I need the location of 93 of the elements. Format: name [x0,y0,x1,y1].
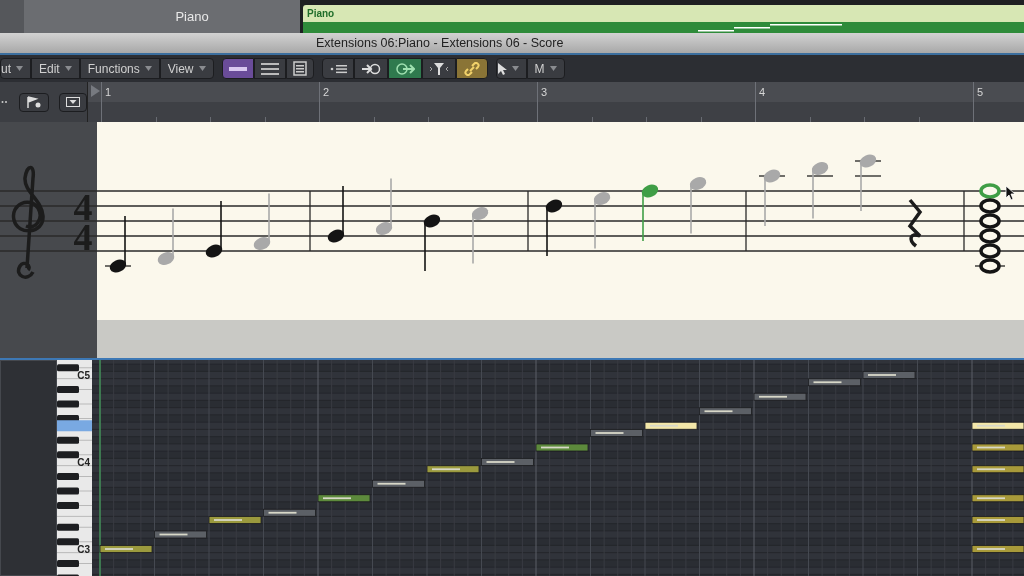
highlighted-key [57,420,92,432]
arrow-out-icon [394,61,415,76]
midi-region[interactable]: Piano [303,5,1024,33]
note[interactable] [641,184,659,242]
toggle-button[interactable] [421,58,456,79]
quarter-rest-icon [908,198,922,248]
note[interactable] [327,185,345,243]
note[interactable] [423,214,441,272]
note[interactable] [806,162,834,220]
piano-keyboard[interactable] [56,360,93,576]
midi-note[interactable] [481,458,534,466]
note[interactable] [593,192,611,250]
track-name: Piano [175,9,209,24]
lines-icon [260,62,279,75]
view-mode-button[interactable] [253,58,286,79]
bar-number: 4 [758,86,766,98]
chord-note[interactable] [979,213,1001,229]
octave-label: C3 [77,544,90,555]
chord-note[interactable] [979,228,1001,244]
collapse-icon [328,62,347,75]
flag-button[interactable] [19,92,49,112]
midi-note[interactable] [971,516,1024,524]
note[interactable] [545,199,563,257]
menu-button[interactable]: View [159,58,214,79]
toggle-button[interactable] [321,58,354,79]
bar-ruler[interactable]: 1 2 3 4 5 [88,82,1024,122]
caret-icon [198,66,206,71]
midi-note[interactable] [971,494,1024,503]
note[interactable] [689,177,707,235]
caret-icon [511,66,519,71]
midi-note[interactable] [862,371,916,379]
note[interactable] [471,207,489,265]
track-header[interactable]: Piano [0,0,300,33]
midi-note[interactable] [317,494,371,503]
note[interactable] [157,207,175,265]
midi-note[interactable] [971,545,1024,553]
midi-note[interactable] [971,421,1024,430]
midi-note[interactable] [208,516,262,524]
menu-button[interactable]: Edit [31,58,80,79]
toggle-button[interactable] [455,58,488,79]
menu-button[interactable]: Functions [79,58,160,79]
note[interactable] [205,200,223,258]
dropdown-icon [66,97,80,107]
treble-clef-icon [11,165,45,279]
note[interactable] [375,177,393,235]
midi-note[interactable] [426,465,480,474]
toggle-button[interactable] [387,58,422,79]
midi-note[interactable] [644,421,698,430]
caret-icon [16,66,23,71]
midi-note[interactable] [99,545,153,553]
caret-icon [64,66,72,71]
midi-note[interactable] [808,378,861,387]
midi-note[interactable] [590,429,643,437]
midi-note[interactable] [154,530,207,539]
bar-number: 2 [322,86,330,98]
filter-icon [428,61,449,76]
arrow-in-icon [360,61,381,76]
chord-note[interactable] [974,258,1006,274]
caret-icon [549,66,557,71]
octave-label: C4 [77,457,90,468]
toggle-button[interactable] [353,58,388,79]
midi-note[interactable] [971,443,1024,452]
flag-icon [26,96,42,108]
menu-button[interactable]: ut [0,58,31,79]
bar-number: 3 [540,86,548,98]
note[interactable] [104,215,132,273]
octave-label: C5 [77,370,90,381]
midi-note[interactable] [699,407,752,416]
dropdown-button[interactable] [59,92,87,112]
chord-note[interactable] [979,243,1001,259]
bar-number: 1 [104,86,112,98]
caret-icon [144,66,152,71]
view-mode-button[interactable] [285,58,314,79]
mouse-pointer-icon [1005,185,1016,201]
tool-menu[interactable] [495,58,527,79]
window-title: Extensions 06:Piano - Extensions 06 - Score [316,36,564,50]
link-icon [462,61,481,76]
tool-menu[interactable]: M [526,58,565,79]
pointer-icon [496,61,507,76]
midi-note[interactable] [971,465,1024,474]
note[interactable] [253,192,271,250]
view-mode-button[interactable] [221,58,254,79]
bar-number: 5 [976,86,984,98]
dots-icon [1,100,9,104]
midi-note[interactable] [753,392,807,401]
note[interactable] [854,154,882,212]
midi-note[interactable] [372,479,425,488]
chord-note[interactable] [979,198,1001,214]
midi-note[interactable] [535,443,589,452]
page-icon [292,61,307,76]
midi-note[interactable] [263,508,316,517]
region-name: Piano [306,7,336,21]
note[interactable] [758,169,786,227]
